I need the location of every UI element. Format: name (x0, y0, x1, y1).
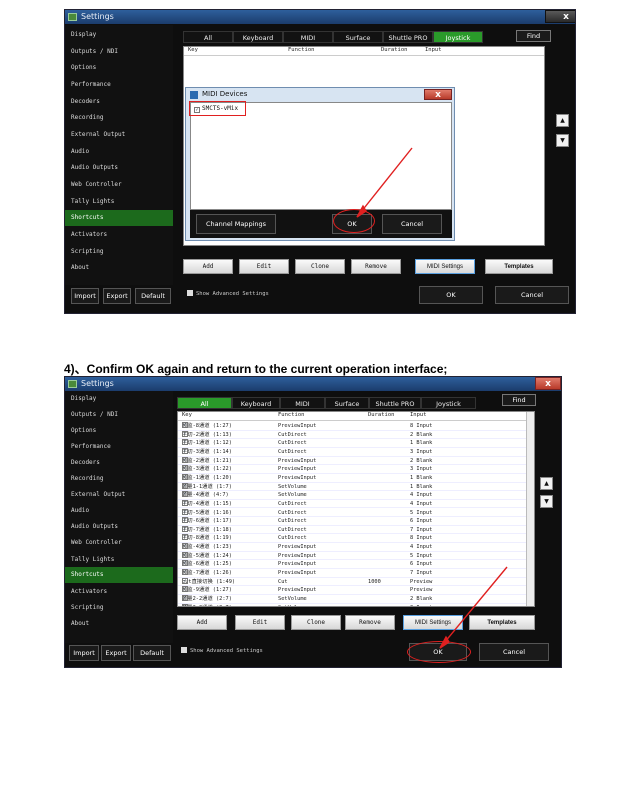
arrow-to-ok (443, 566, 508, 644)
arrowhead-ok (439, 635, 450, 649)
pointer-arrows (356, 147, 508, 649)
arrow-to-midi-ok (360, 147, 413, 213)
arrowhead-midi-ok (356, 204, 367, 218)
